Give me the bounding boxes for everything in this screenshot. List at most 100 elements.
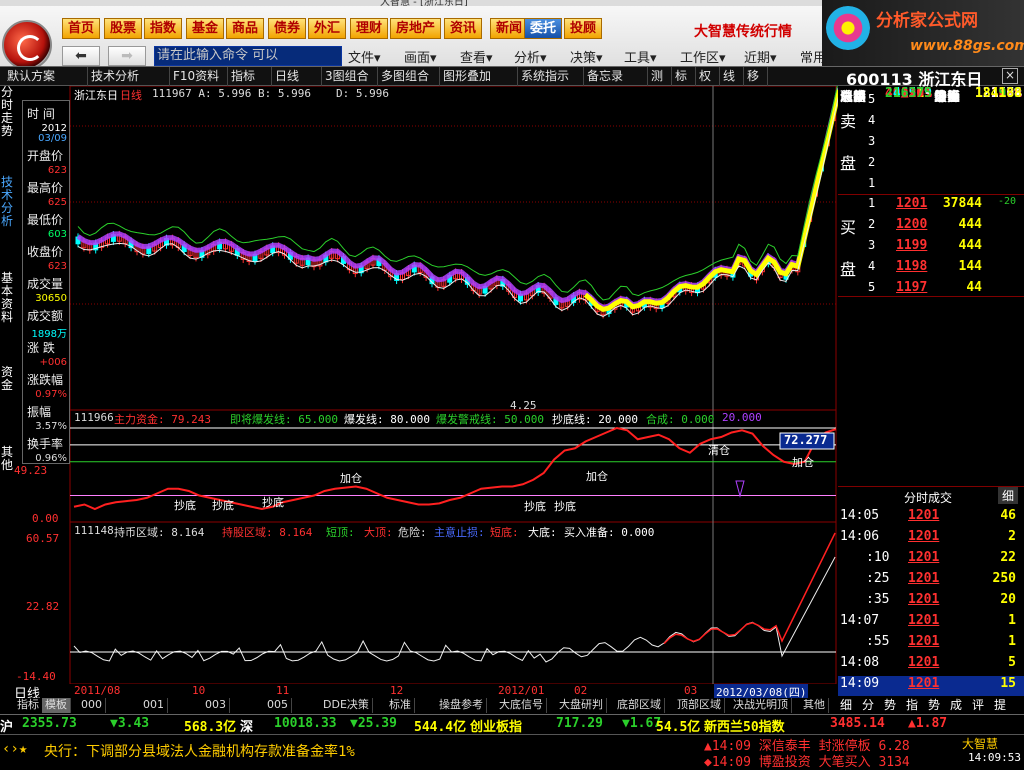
tick-price-7: 1201	[908, 655, 940, 670]
toolbar-button-1[interactable]: 股票	[104, 18, 143, 39]
left-tab-0[interactable]: 分时走势	[0, 86, 14, 138]
chart-tool-8[interactable]: 系统指示	[518, 67, 584, 86]
toolbar-button-3[interactable]: 基金	[186, 18, 225, 39]
chart-tool-3[interactable]: 指标	[228, 67, 272, 86]
toolbar-button-2[interactable]: 指数	[144, 18, 183, 39]
indicator-tab-11[interactable]: 底部区域	[614, 698, 665, 713]
menu-7[interactable]: 近期▾	[744, 47, 777, 66]
chart-tool-9[interactable]: 备忘录	[584, 67, 648, 86]
right-tab-3[interactable]: 指	[906, 696, 918, 713]
ticks-header: 分时成交	[904, 491, 953, 505]
toolbar-button-9[interactable]: 资讯	[444, 18, 483, 39]
tick-price-3: 1201	[908, 571, 940, 586]
right-tab-1[interactable]: 分	[862, 696, 874, 713]
left-tab-2[interactable]: 基本资料	[0, 272, 14, 324]
toolbar-button-6[interactable]: 外汇	[308, 18, 347, 39]
right-tab-4[interactable]: 势	[928, 696, 940, 713]
ind1-burst: 爆发线: 80.000	[344, 413, 430, 426]
indicator-tab-9[interactable]: 大底信号	[496, 698, 547, 713]
indicator-tab-14[interactable]: 其他	[800, 698, 829, 713]
chart-area[interactable]: 浙江东日日线111967 A: 5.996B: 5.996D: 5.996120…	[14, 86, 838, 686]
left-tab-4[interactable]: 其他	[0, 446, 14, 472]
menu-3[interactable]: 分析▾	[514, 47, 547, 66]
right-tab-6[interactable]: 评	[972, 696, 984, 713]
toolbar-button-12[interactable]: 投顾	[564, 18, 603, 39]
indicator-tab-8[interactable]: 操盘参考	[436, 698, 487, 713]
chart-tool-13[interactable]: 线	[720, 67, 744, 86]
dzh-logo-icon[interactable]	[2, 20, 52, 70]
toolbar-button-5[interactable]: 债券	[268, 18, 307, 39]
chart-tool-14[interactable]: 移	[744, 67, 768, 86]
ind2-buy-ready: 买入准备: 0.000	[564, 526, 655, 539]
news-headline[interactable]: 央行：下调部分县域法人金融机构存款准备金率1%	[44, 741, 355, 761]
buy-change-0: -20	[998, 196, 1017, 207]
buy-price-4: 1197	[896, 280, 928, 295]
info-value-1: 03/09	[38, 133, 67, 144]
toolbar-button-4[interactable]: 商品	[226, 18, 265, 39]
toolbar-button-7[interactable]: 理财	[350, 18, 389, 39]
right-tab-5[interactable]: 成	[950, 696, 962, 713]
forward-arrow-icon[interactable]: ➡	[108, 46, 146, 66]
indicator-tab-13[interactable]: 决战光明顶	[730, 698, 792, 713]
buy-level-4: 5	[868, 280, 876, 294]
indicator-tab-12[interactable]: 顶部区域	[674, 698, 725, 713]
chart-tool-11[interactable]: 标	[672, 67, 696, 86]
menu-6[interactable]: 工作区▾	[680, 47, 726, 66]
indicator-tab-2[interactable]: 000	[78, 698, 106, 713]
ticks-detail-button[interactable]: 细	[998, 487, 1019, 504]
yellow-band	[583, 89, 838, 313]
right-tab-2[interactable]: 势	[884, 696, 896, 713]
ind1-burst-soon: 即将爆发线: 65.000	[230, 413, 338, 426]
menu-5[interactable]: 工具▾	[624, 47, 657, 66]
toolbar-button-0[interactable]: 首页	[62, 18, 101, 39]
tick-volume-0: 46	[1000, 508, 1016, 523]
chart-tool-12[interactable]: 权	[696, 67, 720, 86]
indicator-tab-0[interactable]: 指标	[14, 698, 43, 713]
left-tab-1[interactable]: 技术分析	[0, 176, 14, 228]
menu-0[interactable]: 文件▾	[348, 47, 381, 66]
right-tab-0[interactable]: 细	[840, 696, 852, 713]
quote-panel: 卖盘 5 4 3 2 1 买盘 1 1201 37844 -20 2 1200 444 3 1199 444 4 1…	[838, 86, 1024, 712]
right-tab-7[interactable]: 提	[994, 696, 1006, 713]
left-tab-3[interactable]: 资金	[0, 366, 14, 392]
indicator-tab-4[interactable]: 003	[202, 698, 230, 713]
info-value-6: 30650	[35, 293, 67, 304]
indicator-tab-1[interactable]: 模板	[42, 698, 71, 713]
ticker-cy_amount: 54.5亿	[656, 720, 701, 735]
chart-tool-1[interactable]: 技术分析	[88, 67, 170, 86]
chart-tool-5[interactable]: 3图组合	[322, 67, 378, 86]
info-label-11: 换手率	[27, 437, 64, 451]
chart-tool-10[interactable]: 测	[648, 67, 672, 86]
chart-tool-4[interactable]: 日线	[272, 67, 322, 86]
menu-1[interactable]: 画面▾	[404, 47, 437, 66]
info-value-9: 0.97%	[35, 389, 67, 400]
indicator-tab-5[interactable]: 005	[264, 698, 292, 713]
ticker-nz_value: 3485.14	[830, 716, 885, 731]
info-label-5: 收盘价	[27, 245, 64, 259]
menu-2[interactable]: 查看▾	[460, 47, 493, 66]
menu-4[interactable]: 决策▾	[570, 47, 603, 66]
chart-tool-0[interactable]: 默认方案	[4, 67, 88, 86]
indicator-tab-10[interactable]: 大盘研判	[556, 698, 607, 713]
command-input[interactable]: 请在此输入命令 可以	[154, 46, 342, 66]
indicator-tab-6[interactable]: DDE决策	[320, 698, 373, 713]
toolbar-button-11[interactable]: 委托	[524, 18, 563, 39]
indicator-tab-3[interactable]: 001	[140, 698, 168, 713]
quote-label-8b: 外盘	[934, 90, 961, 105]
tick-volume-1: 2	[1008, 529, 1016, 544]
toolbar-button-8[interactable]: 房地产	[390, 18, 442, 39]
chart-tool-6[interactable]: 多图组合	[378, 67, 440, 86]
close-icon[interactable]: ×	[1002, 68, 1018, 84]
chart-tool-2[interactable]: F10资料	[170, 67, 228, 86]
indicator-tab-7[interactable]: 标准	[386, 698, 415, 713]
sell-pan-label: 盘	[840, 154, 857, 173]
chart-tool-7[interactable]: 图形叠加	[440, 67, 518, 86]
time-label-0: 2011/08	[74, 684, 121, 697]
news-arrows-icon[interactable]: ‹›★	[2, 741, 27, 757]
ind2-top: 大顶:	[364, 526, 393, 539]
chart-canvas[interactable]	[14, 86, 838, 686]
alert-2[interactable]: ◆14:09 博盈投资 大笔买入 3134	[704, 751, 910, 770]
ad-banner[interactable]: 分析家公式网 www.88gs.com	[822, 0, 1024, 66]
back-arrow-icon[interactable]: ⬅	[62, 46, 100, 66]
toolbar-button-10[interactable]: 新闻	[490, 18, 529, 39]
